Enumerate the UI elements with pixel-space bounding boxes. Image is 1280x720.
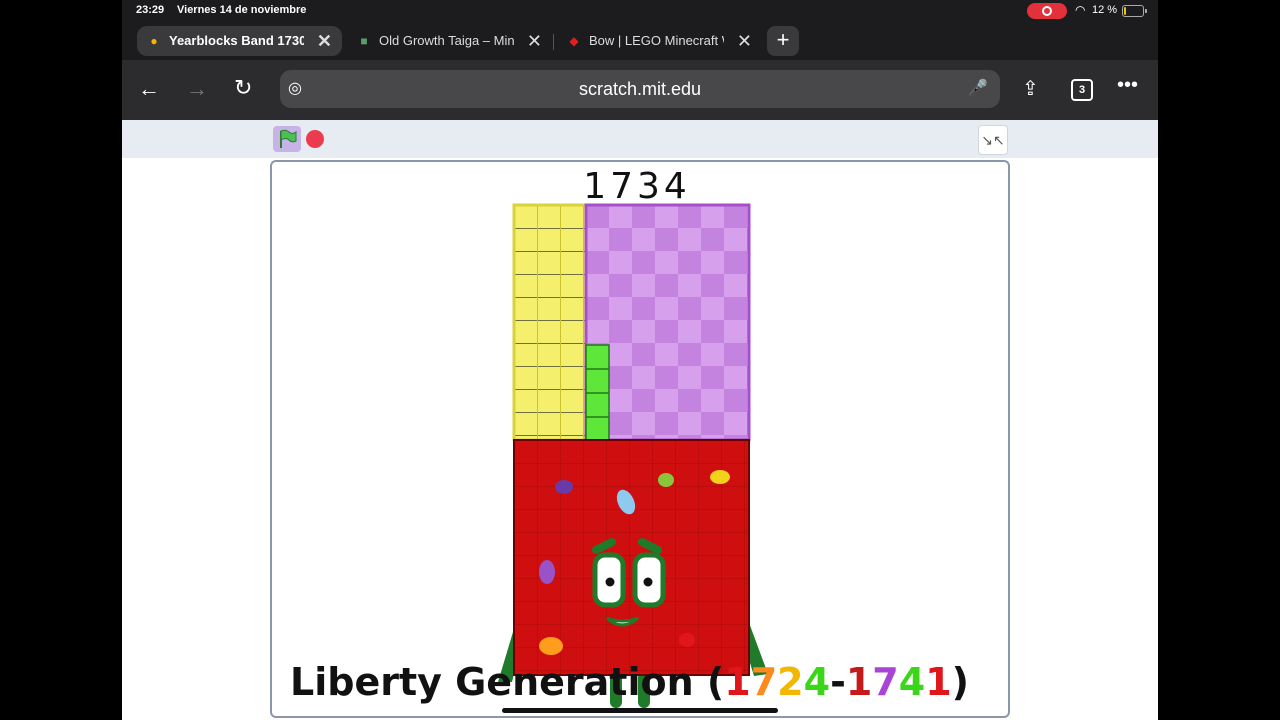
lego-icon: ◆ bbox=[569, 34, 579, 48]
caption-dash: - bbox=[830, 660, 846, 704]
caption-digit: 4 bbox=[898, 660, 926, 704]
green-flag-icon bbox=[280, 129, 297, 148]
more-options-icon[interactable]: ••• bbox=[1117, 74, 1138, 97]
caption-digit: 1 bbox=[925, 660, 952, 704]
caption-digit: 1 bbox=[724, 660, 751, 704]
close-icon[interactable]: ✕ bbox=[317, 31, 332, 52]
exit-fullscreen-icon[interactable]: ↘↖ bbox=[978, 125, 1008, 155]
url-text: scratch.mit.edu bbox=[578, 79, 702, 99]
status-time: 23:29 bbox=[136, 4, 165, 16]
scratch-stage[interactable]: 1734 Liberty Generation (1724-1741) bbox=[270, 160, 1010, 718]
tab-bar: ● Yearblocks Band 1730's ✕ ■ Old Growth … bbox=[122, 22, 1158, 60]
caption-digit: 1 bbox=[845, 660, 873, 704]
screen-recording-icon[interactable] bbox=[1027, 3, 1067, 19]
reload-icon[interactable]: ↻ bbox=[234, 75, 252, 101]
status-bar: 23:29 Viernes 14 de noviembre ◠ 12 % bbox=[122, 0, 1158, 22]
purple-block bbox=[584, 203, 751, 442]
caption-digit: 2 bbox=[777, 660, 804, 704]
caption-digit: 7 bbox=[872, 660, 899, 704]
caption-prefix: Liberty Generation ( bbox=[290, 660, 725, 704]
new-tab-button[interactable]: + bbox=[767, 26, 799, 56]
tab-yearblocks[interactable]: ● Yearblocks Band 1730's ✕ bbox=[137, 26, 342, 56]
wifi-icon: ◠ bbox=[1075, 3, 1086, 17]
generation-caption: Liberty Generation (1724-1741) bbox=[290, 660, 969, 704]
address-bar[interactable]: ◎ scratch.mit.edu 🎤 bbox=[280, 70, 1000, 108]
green-flag-button[interactable] bbox=[273, 126, 301, 152]
close-icon[interactable]: ✕ bbox=[527, 31, 542, 52]
status-date: Viernes 14 de noviembre bbox=[177, 4, 307, 16]
back-arrow-icon[interactable]: ← bbox=[138, 76, 160, 102]
tab-old-growth-taiga[interactable]: ■ Old Growth Taiga – Mine ✕ bbox=[347, 26, 552, 56]
stop-button[interactable] bbox=[306, 130, 324, 148]
caption-suffix: ) bbox=[951, 660, 970, 704]
numberblock-character bbox=[498, 203, 768, 708]
scratch-controls-bar: ↘↖ bbox=[122, 120, 1158, 158]
battery-percent: 12 % bbox=[1092, 4, 1118, 16]
battery-icon bbox=[1122, 5, 1147, 17]
forward-arrow-icon[interactable]: → bbox=[186, 76, 208, 102]
tab-count-button[interactable]: 3 bbox=[1071, 79, 1093, 101]
share-icon[interactable]: ⇪ bbox=[1022, 76, 1039, 101]
cube-icon: ■ bbox=[360, 34, 368, 48]
caption-digit: 7 bbox=[750, 660, 778, 704]
ipad-screen: 23:29 Viernes 14 de noviembre ◠ 12 % ● Y… bbox=[122, 0, 1158, 720]
green-ones-column bbox=[585, 344, 610, 441]
scratch-cat-icon: ● bbox=[150, 34, 158, 48]
home-indicator[interactable] bbox=[502, 708, 778, 713]
tab-title: Old Growth Taiga – Mine bbox=[379, 33, 514, 48]
browser-toolbar: ← → ↻ ◎ scratch.mit.edu 🎤 ⇪ 3 ••• bbox=[122, 60, 1158, 120]
tab-title: Bow | LEGO Minecraft W bbox=[589, 33, 724, 48]
yellow-hundreds-block bbox=[512, 203, 588, 442]
tab-bow-lego[interactable]: ◆ Bow | LEGO Minecraft W ✕ bbox=[557, 26, 762, 56]
caption-digit: 4 bbox=[803, 660, 831, 704]
tab-title: Yearblocks Band 1730's bbox=[169, 33, 304, 48]
tab-separator bbox=[553, 34, 554, 50]
close-icon[interactable]: ✕ bbox=[737, 31, 752, 52]
microphone-icon[interactable]: 🎤 bbox=[968, 78, 988, 98]
